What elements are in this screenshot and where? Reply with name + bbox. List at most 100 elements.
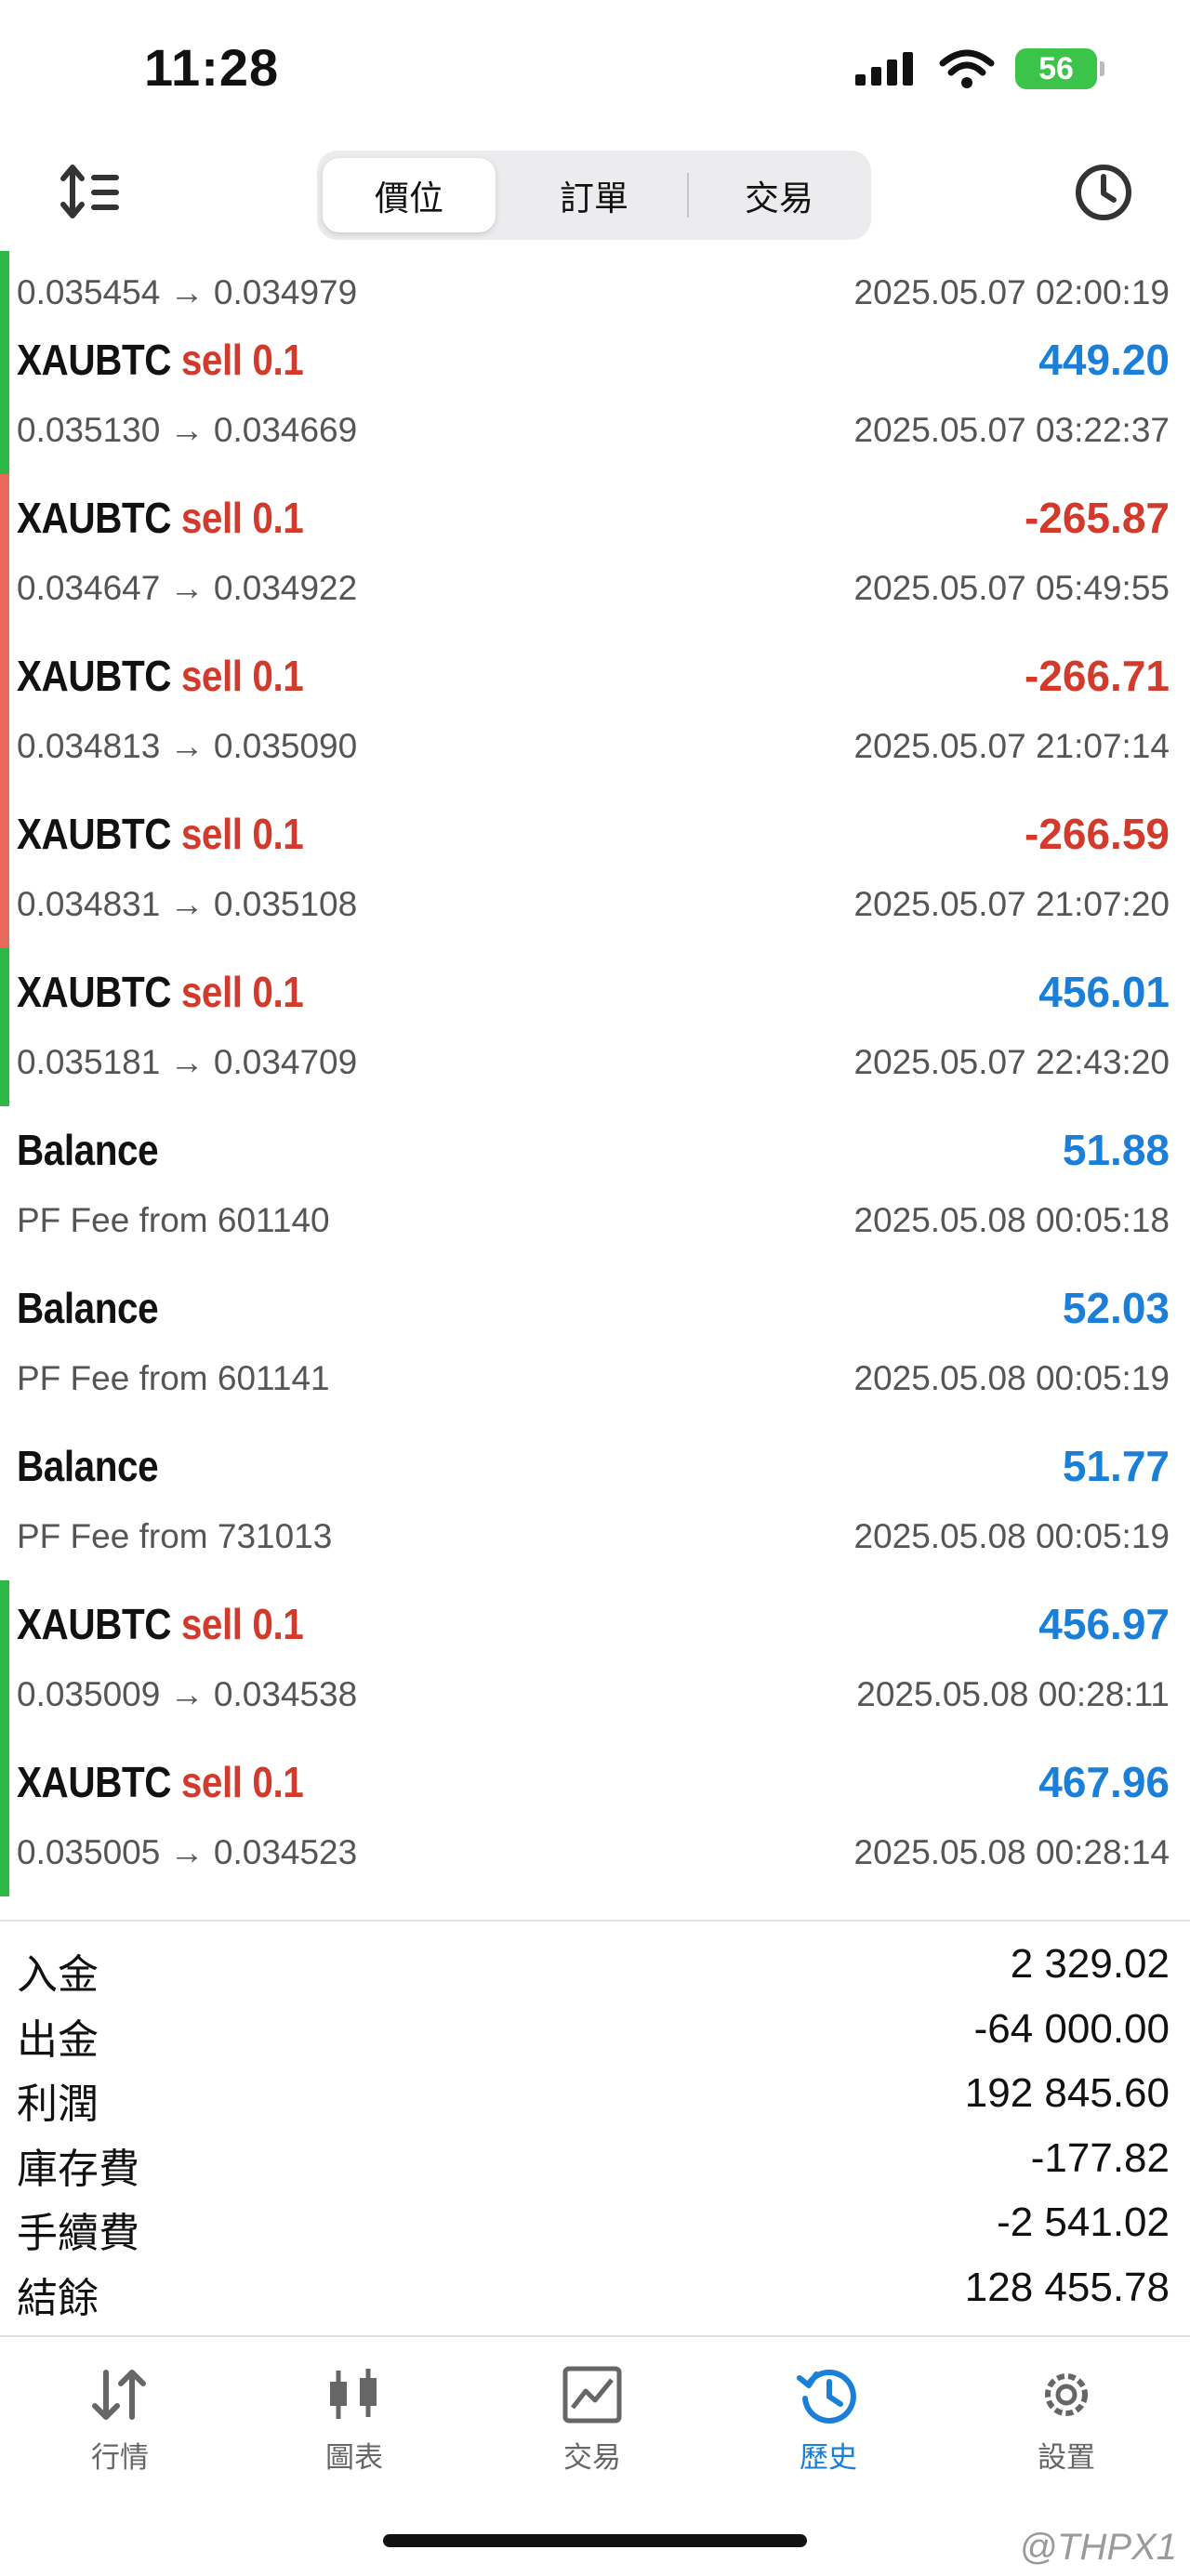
history-row[interactable]: XAUBTC sell 0.1 456.97 0.035009 → 0.034538… <box>0 1580 1190 1738</box>
deal-profit: 449.20 <box>1038 336 1170 384</box>
summary-value: 192 845.60 <box>964 2070 1170 2116</box>
deal-symbol: XAUBTC sell 0.1 <box>17 967 304 1017</box>
deal-profit: -266.71 <box>1024 652 1170 700</box>
battery-level: 56 <box>1038 50 1074 86</box>
close-time: 2025.05.07 03:22:37 <box>853 411 1170 449</box>
wifi-icon <box>939 49 995 88</box>
price-range: 0.035454 → 0.034979 <box>17 273 358 311</box>
symbol-name: XAUBTC <box>17 810 172 858</box>
close-time: 2025.05.08 00:05:19 <box>853 1359 1170 1397</box>
deal-profit: 51.77 <box>1062 1442 1170 1490</box>
history-row[interactable]: Balance 51.88 PF Fee from 601140 2025.05.0… <box>0 1106 1190 1264</box>
tab-label: 行情 <box>91 2441 149 2474</box>
history-list: 0.035454 → 0.034979 2025.05.07 02:00:19 … <box>0 251 1190 1896</box>
view-segmented-control: 價位 訂單 交易 <box>317 151 871 240</box>
deal-profit: 52.03 <box>1062 1284 1170 1332</box>
summary-divider <box>0 1920 1190 1922</box>
result-bar <box>0 1738 9 1896</box>
summary-label: 手續費 <box>17 2211 139 2256</box>
deal-profit: -266.59 <box>1024 810 1170 858</box>
summary-label: 出金 <box>17 2016 99 2063</box>
deal-side: sell 0.1 <box>180 810 304 858</box>
close-time: 2025.05.08 00:28:11 <box>856 1675 1170 1713</box>
close-time: 2025.05.08 00:05:18 <box>853 1201 1170 1239</box>
result-bar <box>0 790 9 948</box>
history-icon <box>797 2370 856 2424</box>
deal-profit: -265.87 <box>1024 494 1170 542</box>
tab-chart[interactable]: 圖表 <box>284 2365 424 2476</box>
watermark: @THPX1 <box>1019 2527 1177 2568</box>
price-range: 0.034647 → 0.034922 <box>17 569 358 607</box>
trade-icon <box>562 2366 622 2424</box>
history-row[interactable]: Balance 52.03 PF Fee from 601141 2025.05.0… <box>0 1264 1190 1422</box>
tab-label: 交易 <box>563 2441 621 2474</box>
deal-profit: 456.01 <box>1038 968 1170 1016</box>
close-time: 2025.05.08 00:05:19 <box>853 1517 1170 1555</box>
history-row[interactable]: XAUBTC sell 0.1 449.20 0.035130 → 0.034669… <box>0 316 1190 474</box>
deal-symbol: XAUBTC sell 0.1 <box>17 651 304 701</box>
close-time: 2025.05.07 02:00:19 <box>853 273 1170 311</box>
history-row[interactable]: XAUBTC sell 0.1 -266.59 0.034831 → 0.03510… <box>0 790 1190 948</box>
history-row[interactable]: 0.035454 → 0.034979 2025.05.07 02:00:19 <box>0 251 1190 316</box>
tab-positions[interactable]: 價位 <box>323 158 496 232</box>
close-time: 2025.05.07 05:49:55 <box>853 569 1170 607</box>
result-bar <box>0 632 9 790</box>
deal-symbol: XAUBTC sell 0.1 <box>17 335 304 385</box>
close-time: 2025.05.07 22:43:20 <box>853 1043 1170 1081</box>
tab-label: 圖表 <box>325 2441 383 2474</box>
tab-trade[interactable]: 交易 <box>522 2365 662 2476</box>
result-bar <box>0 948 9 1106</box>
symbol-name: Balance <box>17 1442 159 1490</box>
result-bar <box>0 1106 9 1264</box>
price-range: 0.035181 → 0.034709 <box>17 1043 358 1081</box>
cellular-signal-icon <box>855 52 913 86</box>
price-range: PF Fee from 601140 <box>17 1201 330 1239</box>
symbol-name: XAUBTC <box>17 494 172 542</box>
deal-side: sell 0.1 <box>180 1600 304 1648</box>
history-row[interactable]: XAUBTC sell 0.1 -266.71 0.034813 → 0.03509… <box>0 632 1190 790</box>
deal-side: sell 0.1 <box>180 652 304 700</box>
period-button[interactable] <box>1071 160 1136 225</box>
tab-label: 歷史 <box>800 2441 857 2474</box>
chart-icon <box>330 2369 377 2419</box>
deal-profit: 456.97 <box>1038 1600 1170 1648</box>
result-bar <box>0 474 9 632</box>
close-time: 2025.05.07 21:07:14 <box>853 727 1170 765</box>
summary-row: 庫存費 -177.82 <box>0 2128 1190 2193</box>
symbol-name: XAUBTC <box>17 968 172 1016</box>
history-row[interactable]: XAUBTC sell 0.1 -265.87 0.034647 → 0.03492… <box>0 474 1190 632</box>
summary-label: 結餘 <box>17 2275 99 2321</box>
sort-icon <box>60 165 119 218</box>
summary-value: 128 455.78 <box>964 2264 1170 2310</box>
result-bar <box>0 316 9 474</box>
clock-icon <box>1076 165 1131 220</box>
summary-row: 出金 -64 000.00 <box>0 1999 1190 2064</box>
status-bar: 11:28 56 <box>0 0 1190 139</box>
sort-button[interactable] <box>56 160 126 225</box>
deal-profit: 51.88 <box>1062 1126 1170 1174</box>
history-row[interactable]: Balance 51.77 PF Fee from 731013 2025.05.0… <box>0 1422 1190 1580</box>
tab-history[interactable]: 歷史 <box>759 2365 898 2476</box>
summary-value: -64 000.00 <box>973 2005 1170 2052</box>
tab-orders[interactable]: 訂單 <box>508 158 681 232</box>
price-range: 0.035009 → 0.034538 <box>17 1675 358 1713</box>
tab-deals[interactable]: 交易 <box>693 158 866 232</box>
status-icons: 56 <box>853 48 1104 89</box>
symbol-name: XAUBTC <box>17 1600 172 1648</box>
quotes-icon <box>92 2370 146 2420</box>
clock: 11:28 <box>144 38 280 97</box>
settings-icon <box>1045 2373 1088 2416</box>
result-bar <box>0 1422 9 1580</box>
deal-symbol: Balance <box>17 1125 159 1175</box>
summary-value: -177.82 <box>1030 2134 1170 2181</box>
close-time: 2025.05.07 21:07:20 <box>853 885 1170 923</box>
price-range: PF Fee from 731013 <box>17 1517 333 1555</box>
tab-settings[interactable]: 設置 <box>997 2365 1136 2476</box>
battery-icon: 56 <box>1015 48 1104 89</box>
history-row[interactable]: XAUBTC sell 0.1 467.96 0.035005 → 0.034523… <box>0 1738 1190 1896</box>
history-row[interactable]: XAUBTC sell 0.1 456.01 0.035181 → 0.034709… <box>0 948 1190 1106</box>
result-bar <box>0 1264 9 1422</box>
segment-divider <box>687 173 689 218</box>
price-range: 0.035130 → 0.034669 <box>17 411 358 449</box>
tab-quotes[interactable]: 行情 <box>50 2365 190 2476</box>
